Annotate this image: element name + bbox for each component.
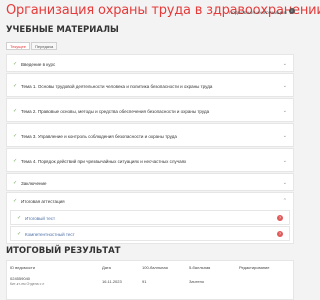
result-score-100: 91 [142,279,147,284]
sub-item-label: Итоговый тест [25,216,56,221]
check-icon: ✓ [13,83,18,89]
material-label: Итоговая аттестация [21,199,65,204]
help-icon[interactable]: ? [277,215,283,221]
info-icon[interactable]: i [289,8,295,14]
column-header: Дата [102,265,111,270]
check-icon: ✓ [13,158,18,164]
result-score-5: Зачтено [189,279,205,284]
chevron-up-icon: ⌃ [282,198,287,204]
chevron-down-icon: ⌄ [282,133,287,139]
result-id: 024559040 [10,276,31,281]
column-header: 5-балльная [189,265,211,270]
material-label: Тема 4. Порядок действий при чрезвычайны… [21,159,187,164]
results-heading: ИТОГОВЫЙ РЕЗУЛЬТАТ [6,246,121,256]
sub-item-label: Компетентностный тест [25,232,75,237]
tab-transfer[interactable]: Передача [31,42,58,50]
material-label: Тема 3. Управление и контроль соблюдения… [21,134,177,139]
material-label: Заключение [21,181,47,186]
help-icon[interactable]: ? [277,231,283,237]
more-info-link[interactable]: ПОДРОБНАЯ ИНФОРМАЦИЯ [229,10,287,15]
material-label: Введение в курс [21,62,56,67]
chevron-down-icon: ⌄ [282,180,287,186]
material-row-conclusion[interactable]: ✓ Заключение ⌄ [6,173,294,191]
materials-heading: УЧЕБНЫЕ МАТЕРИАЛЫ [6,25,119,35]
material-row-intro[interactable]: ✓ Введение в курс ⌄ [6,54,294,72]
result-id-sub: Кит-кт-лм Отдела с л [10,282,45,286]
check-icon: ✓ [13,180,18,186]
column-header: ID ведомости [10,265,35,270]
check-icon: ✓ [13,108,18,114]
chevron-down-icon: ⌄ [282,61,287,67]
tab-current[interactable]: Текущее [6,42,30,50]
check-icon: ✓ [17,231,22,237]
material-label: Тема 1. Основы трудовой деятельности чел… [21,84,213,89]
chevron-down-icon: ⌄ [282,158,287,164]
material-row-topic-4[interactable]: ✓ Тема 4. Порядок действий при чрезвычай… [6,148,294,172]
check-icon: ✓ [13,61,18,67]
check-icon: ✓ [17,215,22,221]
result-date: 16.11.2023 [102,279,122,284]
material-row-topic-2[interactable]: ✓ Тема 2. Правовые основы, методы и сред… [6,98,294,122]
sub-item-competency-test[interactable]: ✓ Компетентностный тест ? [10,226,290,241]
chevron-down-icon: ⌄ [282,108,287,114]
check-icon: ✓ [13,133,18,139]
material-row-topic-1[interactable]: ✓ Тема 1. Основы трудовой деятельности ч… [6,73,294,97]
results-table: ID ведомости Дата 100-балльная 5-балльна… [6,260,294,300]
material-label: Тема 2. Правовые основы, методы и средст… [21,109,210,114]
check-icon: ✓ [13,198,18,204]
material-row-topic-3[interactable]: ✓ Тема 3. Управление и контроль соблюден… [6,123,294,147]
sub-item-final-test[interactable]: ✓ Итоговый тест ? [10,210,290,225]
column-header: Редактирование [239,265,270,270]
column-header: 100-балльная [142,265,168,270]
chevron-down-icon: ⌄ [282,83,287,89]
